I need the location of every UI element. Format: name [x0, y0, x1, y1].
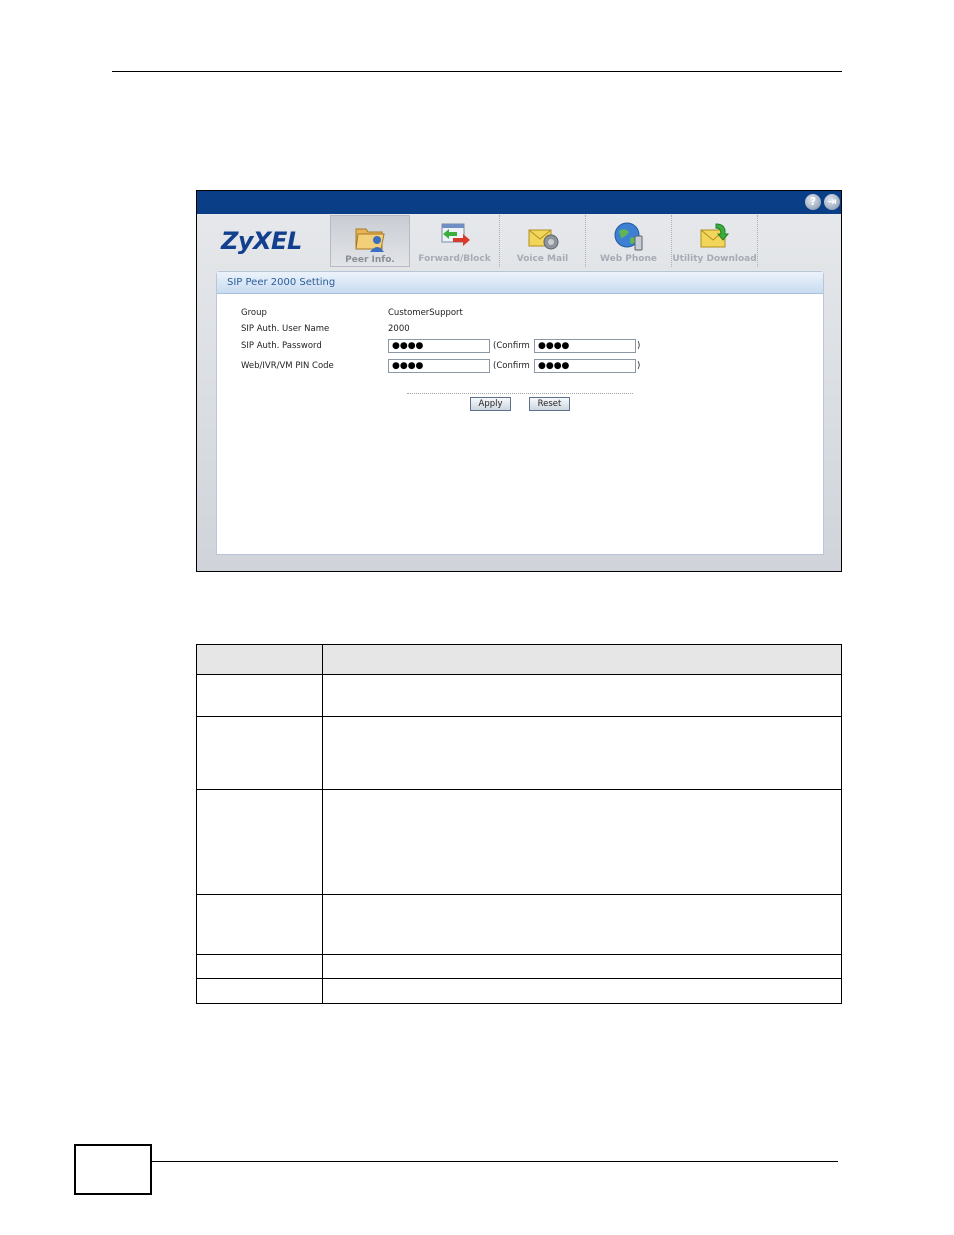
- table-row: [196, 789, 842, 895]
- table-cell: [196, 789, 323, 895]
- group-value: CustomerSupport: [388, 308, 463, 318]
- password-confirm-label: (Confirm: [493, 341, 530, 351]
- pin-confirm-label: (Confirm: [493, 361, 530, 371]
- tab-label: Voice Mail: [516, 254, 569, 264]
- password-field[interactable]: ●●●●: [388, 339, 490, 353]
- password-confirm-field[interactable]: ●●●●: [534, 339, 636, 353]
- table-cell: [322, 674, 842, 717]
- tab-utility-download[interactable]: Utility Download: [672, 215, 758, 267]
- table-header-cell: [196, 644, 323, 675]
- user-name-value: 2000: [388, 324, 410, 334]
- description-table: [196, 644, 842, 1004]
- tab-label: Web Phone: [600, 254, 657, 264]
- table-cell: [196, 954, 323, 979]
- tab-label: Peer Info.: [345, 255, 395, 265]
- page-number-box: [74, 1144, 152, 1195]
- logout-icon[interactable]: ⇥: [824, 194, 840, 210]
- help-icon[interactable]: ?: [805, 194, 821, 210]
- table-cell: [196, 674, 323, 717]
- close-paren: ): [637, 341, 641, 351]
- download-mail-icon: [700, 223, 729, 248]
- group-label: Group: [241, 308, 267, 318]
- settings-panel: SIP Peer 2000 Setting Group CustomerSupp…: [216, 271, 824, 555]
- tab-web-phone[interactable]: Web Phone: [586, 215, 672, 267]
- reset-button[interactable]: Reset: [529, 397, 570, 411]
- table-cell: [322, 716, 842, 790]
- tab-forward-block[interactable]: Forward/Block: [410, 215, 500, 267]
- footer-rule: [152, 1161, 838, 1162]
- tab-voice-mail[interactable]: Voice Mail: [500, 215, 586, 267]
- close-paren: ): [637, 361, 641, 371]
- pin-confirm-field[interactable]: ●●●●: [534, 359, 636, 373]
- header-rule: [112, 71, 842, 72]
- table-cell: [322, 978, 842, 1004]
- pin-label: Web/IVR/VM PIN Code: [241, 361, 334, 371]
- tab-peer-info[interactable]: Peer Info.: [330, 215, 410, 267]
- voice-mail-icon: [528, 229, 558, 250]
- table-row: [196, 674, 842, 717]
- panel-title: SIP Peer 2000 Setting: [217, 272, 823, 294]
- table-cell: [322, 789, 842, 895]
- table-row: [196, 978, 842, 1004]
- forward-block-icon: [441, 223, 470, 246]
- user-name-label: SIP Auth. User Name: [241, 324, 330, 334]
- table-cell: [196, 716, 323, 790]
- password-label: SIP Auth. Password: [241, 341, 322, 351]
- globe-phone-icon: [614, 222, 642, 251]
- table-header-row: [196, 644, 842, 675]
- table-cell: [196, 978, 323, 1004]
- pin-field[interactable]: ●●●●: [388, 359, 490, 373]
- table-cell: [322, 894, 842, 955]
- table-row: [196, 954, 842, 979]
- folder-user-icon: [355, 228, 385, 252]
- zyxel-logo: ZyXEL: [221, 227, 302, 255]
- top-bar: ? ⇥: [197, 191, 841, 214]
- tab-label: Utility Download: [672, 254, 757, 264]
- tab-label: Forward/Block: [418, 254, 491, 264]
- table-row: [196, 716, 842, 790]
- apply-button[interactable]: Apply: [470, 397, 511, 411]
- table-row: [196, 894, 842, 955]
- separator: [407, 393, 633, 394]
- table-cell: [322, 954, 842, 979]
- table-header-cell: [322, 644, 842, 675]
- table-cell: [196, 894, 323, 955]
- screenshot-frame: ? ⇥ ZyXEL Peer Info. Forward/Block Voice…: [196, 190, 842, 572]
